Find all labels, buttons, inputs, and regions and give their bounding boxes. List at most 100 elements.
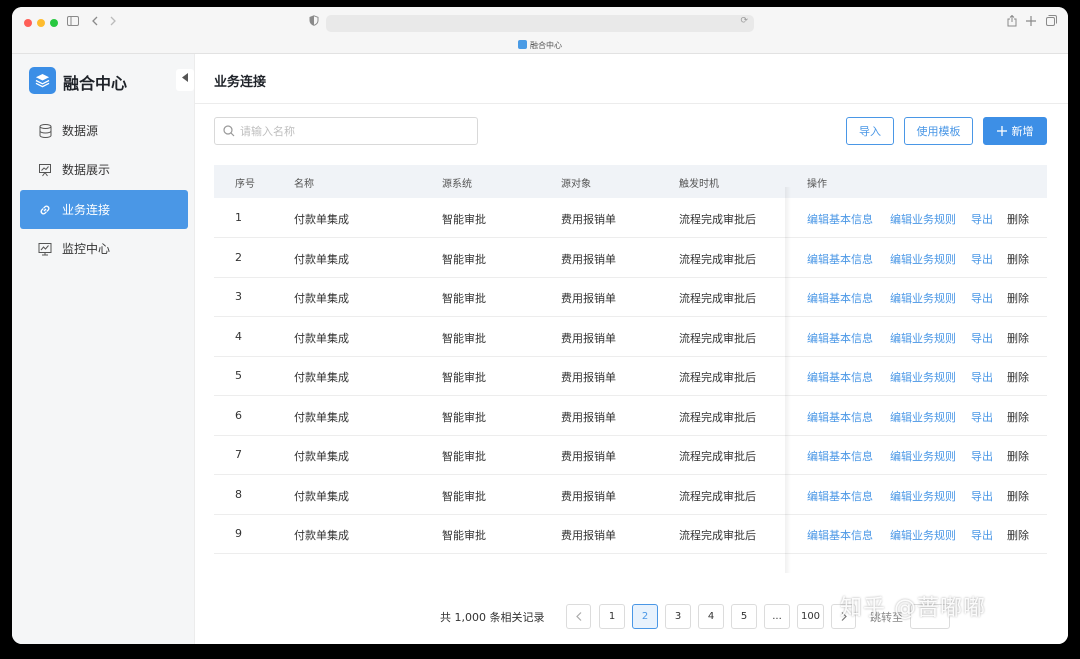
edit-business-rules-link[interactable]: 编辑业务规则: [890, 527, 956, 543]
collapse-sidebar-button[interactable]: [176, 69, 194, 91]
tab-title-text: 融合中心: [530, 41, 562, 50]
browser-toolbar: ⟳ 融合中心: [12, 7, 1068, 54]
delete-link[interactable]: 删除: [1007, 488, 1029, 504]
delete-link[interactable]: 删除: [1007, 409, 1029, 425]
edit-business-rules-link[interactable]: 编辑业务规则: [890, 488, 956, 504]
browser-tab[interactable]: 融合中心: [12, 40, 1068, 51]
divider: [195, 103, 1068, 104]
edit-business-rules-link[interactable]: 编辑业务规则: [890, 369, 956, 385]
cell-name: 付款单集成: [294, 450, 349, 463]
sidebar-item-monitor-center[interactable]: 监控中心: [20, 229, 188, 268]
edit-basic-info-link[interactable]: 编辑基本信息: [807, 409, 873, 425]
delete-link[interactable]: 删除: [1007, 330, 1029, 346]
sidebar-item-label: 监控中心: [62, 242, 111, 256]
edit-business-rules-link[interactable]: 编辑业务规则: [890, 211, 956, 227]
delete-link[interactable]: 删除: [1007, 211, 1029, 227]
edit-business-rules-link[interactable]: 编辑业务规则: [890, 251, 956, 267]
page-button[interactable]: 3: [665, 604, 691, 629]
cell-source-object: 费用报销单: [561, 292, 616, 305]
cell-source-object: 费用报销单: [561, 450, 616, 463]
delete-link[interactable]: 删除: [1007, 290, 1029, 306]
page-button[interactable]: 5: [731, 604, 757, 629]
edit-basic-info-link[interactable]: 编辑基本信息: [807, 527, 873, 543]
edit-business-rules-link[interactable]: 编辑业务规则: [890, 290, 956, 306]
page-button[interactable]: 100: [797, 604, 824, 629]
cell-source-system: 智能审批: [442, 450, 486, 463]
export-link[interactable]: 导出: [971, 290, 993, 306]
sidebar-item-data-display[interactable]: 数据展示: [20, 150, 188, 189]
table-row: 4 付款单集成 智能审批 费用报销单 流程完成审批后 编辑基本信息 编辑业务规则 导出 删除: [214, 317, 1047, 357]
edit-basic-info-link[interactable]: 编辑基本信息: [807, 488, 873, 504]
page-ellipsis-button[interactable]: ...: [764, 604, 790, 629]
edit-basic-info-link[interactable]: 编辑基本信息: [807, 290, 873, 306]
delete-link[interactable]: 删除: [1007, 369, 1029, 385]
cell-source-object: 费用报销单: [561, 213, 616, 226]
edit-basic-info-link[interactable]: 编辑基本信息: [807, 330, 873, 346]
export-link[interactable]: 导出: [971, 251, 993, 267]
search-input[interactable]: [240, 124, 460, 138]
watermark: 知乎 @蔷嘟嘟: [840, 596, 986, 621]
cell-no: 4: [235, 329, 242, 343]
export-link[interactable]: 导出: [971, 369, 993, 385]
export-link[interactable]: 导出: [971, 488, 993, 504]
cell-source-object: 费用报销单: [561, 252, 616, 266]
table-row: 9 付款单集成 智能审批 费用报销单 流程完成审批后 编辑基本信息 编辑业务规则 导出 删除: [214, 514, 1047, 554]
delete-link[interactable]: 删除: [1007, 527, 1029, 543]
export-link[interactable]: 导出: [971, 448, 993, 464]
edit-basic-info-link[interactable]: 编辑基本信息: [807, 448, 873, 464]
edit-basic-info-link[interactable]: 编辑基本信息: [807, 211, 873, 227]
tab-overview-icon[interactable]: [1046, 15, 1057, 29]
sidebar-item-data-source[interactable]: 数据源: [20, 111, 188, 150]
cell-trigger: 流程完成审批后: [679, 331, 756, 345]
sidebar-item-label: 业务连接: [62, 203, 111, 217]
cell-source-system: 智能审批: [442, 331, 486, 345]
sidebar-item-business-connection[interactable]: 业务连接: [20, 190, 188, 229]
minimize-window-button[interactable]: [37, 19, 45, 27]
edit-business-rules-link[interactable]: 编辑业务规则: [890, 448, 956, 464]
share-icon[interactable]: [1007, 14, 1017, 30]
export-link[interactable]: 导出: [971, 527, 993, 543]
table-row: 8 付款单集成 智能审批 费用报销单 流程完成审批后 编辑基本信息 编辑业务规则 导出 删除: [214, 475, 1047, 515]
page-button-current[interactable]: 2: [632, 604, 658, 629]
search-icon: [223, 125, 235, 137]
cell-name: 付款单集成: [294, 252, 349, 266]
cell-trigger: 流程完成审批后: [679, 213, 756, 226]
sidebar: 融合中心 数据源 数据展示 业务连接 监控中心: [12, 54, 195, 644]
page-button[interactable]: 1: [599, 604, 625, 629]
maximize-window-button[interactable]: [50, 19, 58, 27]
delete-link[interactable]: 删除: [1007, 448, 1029, 464]
main-content: 业务连接 导入 使用模板 新增 序号 名称 源系统 源对象 触发时机 操作 1 付…: [195, 54, 1068, 644]
cell-no: 3: [235, 290, 242, 303]
page-title: 业务连接: [214, 75, 267, 90]
cell-source-object: 费用报销单: [561, 331, 616, 345]
prev-page-button[interactable]: [566, 604, 591, 629]
cell-no: 7: [235, 448, 242, 461]
new-tab-icon[interactable]: [1026, 15, 1036, 29]
cell-no: 9: [235, 527, 242, 540]
edit-basic-info-link[interactable]: 编辑基本信息: [807, 369, 873, 385]
cell-trigger: 流程完成审批后: [679, 292, 756, 305]
forward-icon[interactable]: [109, 15, 117, 29]
edit-business-rules-link[interactable]: 编辑业务规则: [890, 409, 956, 425]
privacy-shield-icon[interactable]: [309, 15, 319, 29]
table-row: 5 付款单集成 智能审批 费用报销单 流程完成审批后 编辑基本信息 编辑业务规则 导出 删除: [214, 356, 1047, 396]
close-window-button[interactable]: [24, 19, 32, 27]
reload-icon[interactable]: ⟳: [740, 16, 748, 26]
table-row: 3 付款单集成 智能审批 费用报销单 流程完成审批后 编辑基本信息 编辑业务规则 导出 删除: [214, 277, 1047, 317]
search-box[interactable]: [214, 117, 478, 145]
address-bar[interactable]: ⟳: [326, 15, 754, 32]
delete-link[interactable]: 删除: [1007, 251, 1029, 267]
add-button[interactable]: 新增: [983, 117, 1047, 145]
add-button-label: 新增: [1011, 125, 1034, 138]
export-link[interactable]: 导出: [971, 211, 993, 227]
use-template-button[interactable]: 使用模板: [904, 117, 973, 145]
export-link[interactable]: 导出: [971, 409, 993, 425]
window-controls: [24, 19, 58, 27]
edit-business-rules-link[interactable]: 编辑业务规则: [890, 330, 956, 346]
export-link[interactable]: 导出: [971, 330, 993, 346]
page-button[interactable]: 4: [698, 604, 724, 629]
sidebar-toggle-icon[interactable]: [67, 15, 79, 29]
back-icon[interactable]: [91, 15, 99, 29]
import-button[interactable]: 导入: [846, 117, 894, 145]
edit-basic-info-link[interactable]: 编辑基本信息: [807, 251, 873, 267]
